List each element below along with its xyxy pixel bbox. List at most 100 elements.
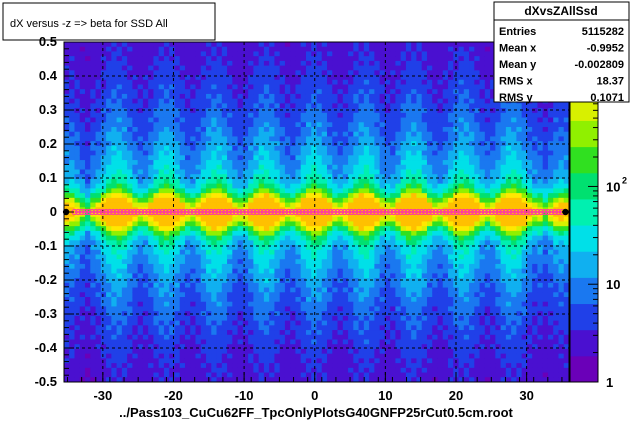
heatmap-cell	[321, 51, 328, 57]
heatmap-cell	[100, 216, 107, 222]
heatmap-cell	[184, 306, 191, 312]
heatmap-cell	[200, 344, 207, 350]
heatmap-cell	[411, 84, 417, 90]
heatmap-cell	[174, 112, 181, 118]
heatmap-cell	[353, 202, 359, 208]
heatmap-cell	[90, 273, 96, 279]
heatmap-cell	[253, 372, 260, 378]
heatmap-cell	[416, 183, 423, 189]
heatmap-cell	[142, 315, 149, 322]
heatmap-cell	[263, 330, 270, 336]
heatmap-cell	[269, 372, 275, 378]
heatmap-cell	[211, 348, 217, 355]
heatmap-cell	[116, 278, 123, 284]
heatmap-cell	[321, 259, 328, 265]
heatmap-cell	[358, 93, 365, 100]
heatmap-cell	[153, 103, 160, 109]
heatmap-cell	[426, 131, 433, 137]
heatmap-cell	[121, 122, 128, 128]
heatmap-cell	[421, 155, 428, 161]
heatmap-cell	[79, 372, 86, 378]
heatmap-cell	[321, 221, 328, 227]
heatmap-cell	[111, 325, 117, 331]
heatmap-cell	[79, 169, 86, 175]
heatmap-cell	[69, 197, 75, 203]
heatmap-cell	[79, 127, 86, 133]
heatmap-cell	[400, 93, 407, 100]
heatmap-cell	[90, 320, 96, 326]
heatmap-cell	[90, 315, 96, 322]
heatmap-cell	[321, 188, 328, 194]
heatmap-cell	[421, 98, 428, 104]
heatmap-cell	[353, 240, 359, 246]
heatmap-cell	[211, 51, 217, 57]
heatmap-cell	[95, 221, 102, 227]
heatmap-cell	[74, 70, 81, 76]
heatmap-cell	[374, 155, 381, 161]
heatmap-cell	[405, 254, 412, 260]
heatmap-cell	[137, 56, 144, 62]
heatmap-cell	[142, 42, 149, 48]
heatmap-cell	[284, 306, 291, 312]
heatmap-cell	[95, 306, 102, 312]
heatmap-cell	[311, 292, 317, 298]
heatmap-cell	[253, 117, 260, 123]
heatmap-cell	[132, 297, 139, 303]
heatmap-cell	[137, 259, 144, 265]
heatmap-cell	[400, 353, 407, 359]
heatmap-cell	[163, 287, 170, 293]
heatmap-cell	[342, 320, 349, 326]
heatmap-cell	[337, 292, 344, 298]
heatmap-cell	[416, 259, 423, 265]
heatmap-cell	[284, 65, 291, 71]
heatmap-cell	[321, 278, 328, 284]
heatmap-cell	[279, 164, 286, 170]
heatmap-cell	[190, 70, 196, 76]
heatmap-cell	[153, 202, 160, 208]
heatmap-cell	[79, 122, 86, 128]
heatmap-cell	[184, 230, 191, 237]
heatmap-cell	[200, 46, 207, 52]
heatmap-cell	[358, 216, 365, 222]
heatmap-cell	[295, 353, 302, 359]
heatmap-cell	[190, 202, 196, 208]
heatmap-cell	[390, 131, 396, 137]
heatmap-cell	[327, 334, 333, 340]
heatmap-cell	[305, 330, 312, 336]
heatmap-cell	[248, 301, 254, 307]
heatmap-cell	[190, 51, 196, 57]
heatmap-cell	[327, 46, 333, 52]
heatmap-cell	[174, 372, 181, 378]
heatmap-cell	[95, 278, 102, 284]
heatmap-cell	[69, 240, 75, 246]
heatmap-cell	[337, 306, 344, 312]
heatmap-cell	[106, 235, 112, 241]
heatmap-cell	[284, 122, 291, 128]
heatmap-cell	[342, 367, 349, 373]
heatmap-cell	[284, 216, 291, 222]
heatmap-cell	[342, 136, 349, 142]
heatmap-cell	[348, 108, 354, 114]
heatmap-cell	[263, 278, 270, 284]
heatmap-cell	[106, 254, 112, 260]
heatmap-cell	[116, 51, 123, 57]
heatmap-cell	[90, 145, 96, 152]
heatmap-cell	[369, 98, 375, 104]
heatmap-cell	[342, 334, 349, 340]
chart-canvas: dX versus -z => beta for SSD All -30 -20-…	[2, 1, 630, 420]
heatmap-cell	[342, 268, 349, 274]
heatmap-cell	[284, 344, 291, 350]
heatmap-cell	[395, 353, 402, 359]
heatmap-cell	[100, 249, 107, 255]
heatmap-cell	[137, 372, 144, 378]
heatmap-cell	[348, 287, 354, 293]
heatmap-cell	[416, 193, 423, 199]
heatmap-cell	[85, 334, 91, 340]
heatmap-cell	[227, 131, 233, 137]
heatmap-cell	[237, 254, 244, 260]
heatmap-cell	[316, 202, 323, 208]
heatmap-cell	[363, 273, 370, 279]
heatmap-cell	[369, 339, 375, 345]
heatmap-cell	[116, 197, 123, 203]
heatmap-cell	[337, 56, 344, 62]
